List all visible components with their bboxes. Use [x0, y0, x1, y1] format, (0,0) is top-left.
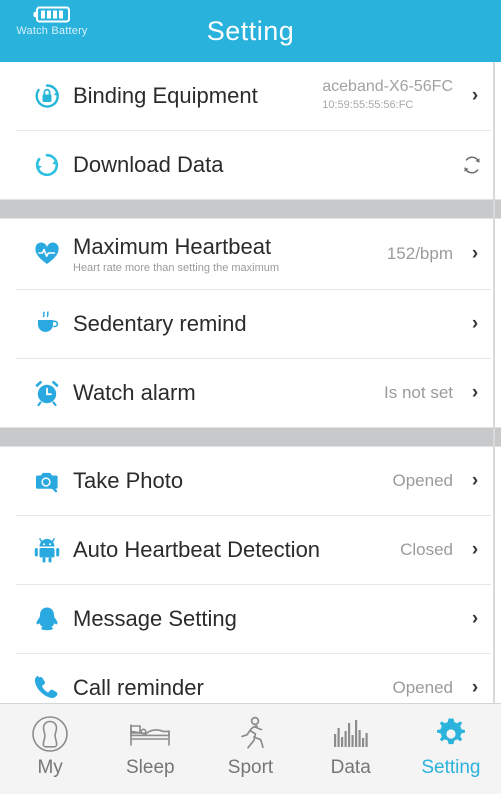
- group-separator: [0, 427, 501, 447]
- sync-icon[interactable]: [461, 154, 483, 176]
- settings-row-maximum-heartbeat[interactable]: Maximum Heartbeat Heart rate more than s…: [0, 219, 501, 289]
- row-labels: Maximum Heartbeat Heart rate more than s…: [73, 234, 387, 275]
- bed-icon: [127, 714, 173, 754]
- row-value: Opened: [392, 471, 454, 490]
- tab-label: Setting: [421, 757, 481, 778]
- row-value: 152/bpm: [386, 244, 453, 263]
- tab-data[interactable]: Data: [301, 714, 401, 779]
- row-labels: Take Photo: [73, 468, 393, 494]
- row-value: Opened: [392, 678, 454, 697]
- tab-sleep[interactable]: Sleep: [100, 714, 200, 779]
- row-labels: Message Setting: [73, 606, 453, 632]
- row-labels: Sedentary remind: [73, 311, 453, 337]
- settings-row-call-reminder[interactable]: Call reminder Opened ›: [0, 654, 501, 703]
- battery-icon: [32, 6, 72, 23]
- row-title: Watch alarm: [73, 380, 196, 405]
- device-name-value: aceband-X6-56FC: [322, 78, 453, 95]
- watch-battery-indicator: Watch Battery: [6, 6, 98, 37]
- download-refresh-icon: [30, 148, 64, 182]
- row-labels: Watch alarm: [73, 380, 384, 406]
- heart-pulse-icon: [30, 237, 64, 271]
- device-mac-value: 10:59:55:55:56:FC: [322, 99, 414, 111]
- phone-handset-icon: [30, 671, 64, 703]
- settings-row-auto-heartbeat-detection[interactable]: Auto Heartbeat Detection Closed ›: [0, 516, 501, 584]
- app-root: Watch Battery Setting Binding Equipment …: [0, 0, 501, 794]
- row-value: aceband-X6-56FC 10:59:55:55:56:FC: [322, 78, 453, 114]
- row-title: Auto Heartbeat Detection: [73, 537, 321, 562]
- chevron-right-icon: ›: [471, 470, 479, 491]
- chevron-right-icon: ›: [471, 85, 479, 106]
- tab-label: Sport: [227, 757, 274, 778]
- chevron-right-icon: ›: [471, 539, 479, 560]
- battery-label: Watch Battery: [16, 25, 88, 37]
- row-title: Maximum Heartbeat: [73, 233, 272, 259]
- bar-chart-icon: [331, 714, 371, 754]
- chevron-right-icon: ›: [471, 608, 479, 629]
- row-title: Message Setting: [73, 606, 237, 631]
- settings-row-watch-alarm[interactable]: Watch alarm Is not set ›: [0, 359, 501, 427]
- settings-row-binding-equipment[interactable]: Binding Equipment aceband-X6-56FC 10:59:…: [0, 62, 501, 130]
- android-robot-icon: [30, 533, 64, 567]
- coffee-cup-icon: [30, 307, 64, 341]
- row-labels: Download Data: [73, 152, 461, 178]
- tab-sport[interactable]: Sport: [200, 714, 300, 779]
- tab-my[interactable]: My: [0, 714, 100, 779]
- settings-row-message-setting[interactable]: Message Setting ›: [0, 585, 501, 653]
- settings-row-take-photo[interactable]: Take Photo Opened ›: [0, 447, 501, 515]
- row-title: Binding Equipment: [73, 83, 258, 108]
- qq-penguin-icon: [30, 602, 64, 636]
- tab-setting[interactable]: Setting: [401, 714, 501, 779]
- bottom-navigation: My Sleep Sport Data Setting: [0, 703, 501, 794]
- row-title: Download Data: [73, 152, 224, 177]
- row-title: Take Photo: [73, 468, 184, 493]
- row-value: Is not set: [384, 383, 453, 402]
- tab-label: Sleep: [126, 757, 175, 778]
- gear-icon: [433, 714, 469, 754]
- chevron-right-icon: ›: [471, 243, 479, 264]
- group-separator: [0, 199, 501, 219]
- settings-row-download-data[interactable]: Download Data: [0, 131, 501, 199]
- row-value: Closed: [400, 540, 453, 559]
- running-person-icon: [233, 714, 269, 754]
- chevron-right-icon: ›: [471, 313, 479, 334]
- vertical-scrollbar[interactable]: [493, 62, 495, 703]
- alarm-clock-icon: [30, 376, 64, 410]
- row-subtitle: Heart rate more than setting the maximum: [73, 261, 280, 274]
- row-labels: Binding Equipment: [73, 83, 322, 109]
- tab-label: My: [37, 757, 63, 778]
- settings-list[interactable]: Binding Equipment aceband-X6-56FC 10:59:…: [0, 62, 501, 703]
- chevron-right-icon: ›: [471, 677, 479, 698]
- camera-icon: [30, 464, 64, 498]
- row-labels: Auto Heartbeat Detection: [73, 537, 400, 563]
- row-title: Sedentary remind: [73, 311, 247, 336]
- app-header: Watch Battery Setting: [0, 0, 501, 62]
- row-labels: Call reminder: [73, 675, 393, 701]
- tab-label: Data: [330, 757, 371, 778]
- lock-sync-icon: [30, 79, 64, 113]
- settings-row-sedentary-remind[interactable]: Sedentary remind ›: [0, 290, 501, 358]
- row-title: Call reminder: [73, 675, 204, 700]
- person-circle-icon: [30, 714, 70, 754]
- chevron-right-icon: ›: [471, 382, 479, 403]
